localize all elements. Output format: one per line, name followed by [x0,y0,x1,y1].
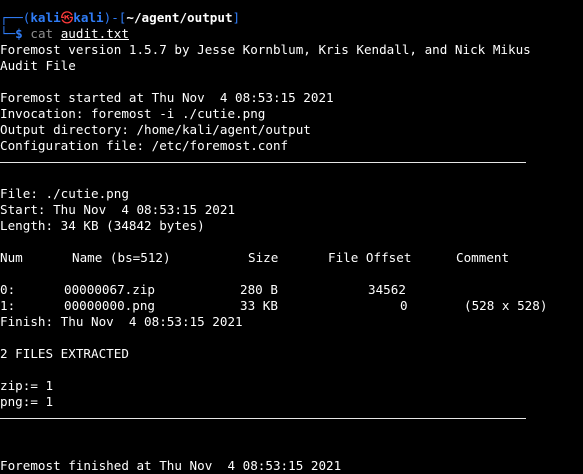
header-num: Num [0,250,23,265]
prompt-at-symbol: ㉿ [60,10,74,25]
row-offset: 34562 [368,282,406,297]
header-offset: File Offset [328,250,412,265]
header-comment: Comment [456,250,510,265]
version-line: Foremost version 1.5.7 by Jesse Kornblum… [0,42,531,57]
prompt-close: ] [232,10,241,25]
started-line: Foremost started at Thu Nov 4 08:53:15 2… [0,90,334,105]
table-header: Num Name (bs=512) Size File Offset Comme… [0,250,583,266]
row-size: 33 KB [240,298,278,313]
prompt-host: kali [73,10,104,25]
row-comment: (528 x 528) [464,298,548,313]
extracted-line: 2 FILES EXTRACTED [0,346,129,361]
terminal-window[interactable]: ┌──(kali㉿kali)-[~/agent/output] └─$ cat … [0,10,583,474]
table-row: 0: 00000067.zip 280 B 34562 [0,282,583,298]
length-line: Length: 34 KB (34842 bytes) [0,218,205,233]
finish-line: Finish: Thu Nov 4 08:53:15 2021 [0,314,243,329]
table-row: 1: 00000000.png 33 KB 0 (528 x 528) [0,298,583,314]
invocation-line: Invocation: foremost -i ./cutie.png [0,106,266,121]
separator-line [0,154,583,170]
row-name: 00000067.zip [64,282,155,297]
row-size: 280 B [240,282,278,297]
command-name: cat [30,26,54,41]
zip-count-line: zip:= 1 [0,378,54,393]
start-line: Start: Thu Nov 4 08:53:15 2021 [0,202,236,217]
output-dir-line: Output directory: /home/kali/agent/outpu… [0,122,311,137]
separator-line [0,410,583,426]
finished-line: Foremost finished at Thu Nov 4 08:53:15 … [0,458,342,473]
prompt-line: ┌──(kali㉿kali)-[~/agent/output] [0,10,583,26]
command-argument: audit.txt [60,26,129,41]
audit-title: Audit File [0,58,76,73]
header-size: Size [248,250,279,265]
png-count-line: png:= 1 [0,394,54,409]
row-offset: 0 [400,298,408,313]
prompt-user: kali [30,10,61,25]
row-name: 00000000.png [64,298,155,313]
prompt-dollar: $ [15,26,23,41]
prompt-path: ~/agent/output [126,10,233,25]
config-line: Configuration file: /etc/foremost.conf [0,138,289,153]
file-line: File: ./cutie.png [0,186,129,201]
row-num: 1: [0,298,16,313]
header-name: Name (bs=512) [72,250,171,265]
prompt-mid: )-[ [103,10,127,25]
prompt-corner-top: ┌──( [0,10,31,25]
prompt-corner-bottom: └─ [0,26,16,41]
command-line: └─$ cat audit.txt [0,26,583,42]
row-num: 0: [0,282,16,297]
